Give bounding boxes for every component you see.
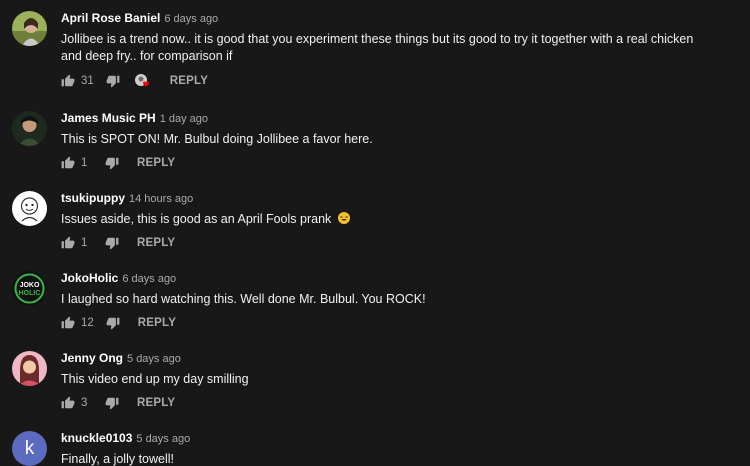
creator-heart-badge — [134, 73, 152, 89]
comment-timestamp[interactable]: 6 days ago — [164, 13, 218, 25]
thumbs-up-icon[interactable] — [61, 316, 75, 330]
comment-text-content: Issues aside, this is good as an April F… — [61, 212, 332, 226]
avatar-image: JOKO HOLIC — [12, 271, 47, 306]
comment-text: Issues aside, this is good as an April F… — [61, 211, 701, 228]
avatar-letter: k — [24, 438, 35, 459]
thumbs-down-icon[interactable] — [106, 74, 120, 88]
thumbs-down-icon[interactable] — [105, 396, 119, 410]
comment-thread: April Rose Baniel 6 days ago Jollibee is … — [0, 11, 750, 97]
like-count: 12 — [81, 317, 94, 329]
comment-timestamp[interactable]: 5 days ago — [127, 353, 181, 365]
comment-header: Jenny Ong 5 days ago — [61, 351, 181, 367]
reply-button[interactable]: REPLY — [138, 317, 176, 329]
avatar[interactable] — [12, 351, 47, 386]
like-count: 31 — [81, 75, 94, 87]
comment-actions: 31 REPLY — [61, 73, 208, 89]
comment-text: Jollibee is a trend now.. it is good tha… — [61, 32, 694, 63]
avatar-image — [12, 351, 47, 386]
avatar[interactable] — [12, 11, 47, 46]
avatar[interactable] — [12, 111, 47, 146]
thumbs-down-icon[interactable] — [105, 156, 119, 170]
comment-thread: k knuckle0103 5 days ago Finally, a jolly… — [0, 431, 750, 466]
author-name[interactable]: James Music PH — [61, 111, 156, 125]
comment-header: knuckle0103 5 days ago — [61, 431, 190, 447]
comment-actions: 12 REPLY — [61, 315, 176, 331]
avatar-image — [12, 11, 47, 46]
comments-section: April Rose Baniel 6 days ago Jollibee is … — [0, 0, 750, 466]
comment-thread: JOKO HOLIC JokoHolic 6 days ago I laughed… — [0, 271, 750, 333]
comment-thread: tsukipuppy 14 hours ago Issues aside, thi… — [0, 191, 750, 253]
like-count: 3 — [81, 397, 88, 409]
grinning-squinting-face-icon — [337, 212, 350, 224]
author-name[interactable]: Jenny Ong — [61, 351, 123, 365]
comment-header: tsukipuppy 14 hours ago — [61, 191, 193, 207]
comment-actions: 1 REPLY — [61, 235, 175, 251]
author-name[interactable]: knuckle0103 — [61, 431, 132, 445]
thumbs-up-icon[interactable] — [61, 396, 75, 410]
comment-text: Finally, a jolly towell! — [61, 452, 175, 466]
comment-header: James Music PH 1 day ago — [61, 111, 208, 127]
reply-button[interactable]: REPLY — [137, 237, 175, 249]
comment-text: I laughed so hard watching this. Well do… — [61, 292, 426, 306]
reply-button[interactable]: REPLY — [137, 157, 175, 169]
comment-timestamp[interactable]: 5 days ago — [136, 433, 190, 445]
reply-button[interactable]: REPLY — [170, 75, 208, 87]
comment-timestamp[interactable]: 14 hours ago — [129, 193, 193, 205]
thumbs-up-icon[interactable] — [61, 236, 75, 250]
comment-header: JokoHolic 6 days ago — [61, 271, 176, 287]
like-count: 1 — [81, 157, 88, 169]
svg-text:JOKO: JOKO — [20, 282, 40, 289]
comment-text: This is SPOT ON! Mr. Bulbul doing Jollib… — [61, 132, 373, 146]
avatar[interactable] — [12, 191, 47, 226]
avatar[interactable]: k — [12, 431, 47, 466]
avatar-image — [12, 191, 47, 226]
comment-actions: 1 REPLY — [61, 155, 175, 171]
author-name[interactable]: JokoHolic — [61, 271, 118, 285]
like-count: 1 — [81, 237, 88, 249]
thumbs-down-icon[interactable] — [106, 316, 120, 330]
comment-header: April Rose Baniel 6 days ago — [61, 11, 218, 27]
comment-actions: 3 REPLY — [61, 395, 175, 411]
comment-timestamp[interactable]: 1 day ago — [160, 113, 208, 125]
author-name[interactable]: April Rose Baniel — [61, 11, 160, 25]
comment-thread: Jenny Ong 5 days ago This video end up my… — [0, 351, 750, 413]
avatar-image — [12, 111, 47, 146]
author-name[interactable]: tsukipuppy — [61, 191, 125, 205]
comment-thread: James Music PH 1 day ago This is SPOT ON!… — [0, 111, 750, 173]
comment-text: This video end up my day smilling — [61, 372, 249, 386]
thumbs-up-icon[interactable] — [61, 74, 75, 88]
svg-text:HOLIC: HOLIC — [19, 290, 41, 297]
comment-timestamp[interactable]: 6 days ago — [122, 273, 176, 285]
heart-icon — [134, 74, 149, 87]
thumbs-down-icon[interactable] — [105, 236, 119, 250]
reply-button[interactable]: REPLY — [137, 397, 175, 409]
thumbs-up-icon[interactable] — [61, 156, 75, 170]
avatar[interactable]: JOKO HOLIC — [12, 271, 47, 306]
